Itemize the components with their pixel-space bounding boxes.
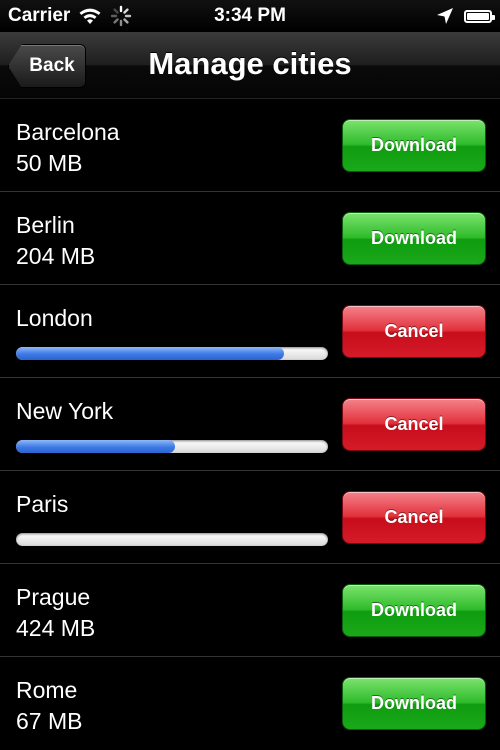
city-row-prague: Prague 424 MB Download [0, 564, 500, 657]
city-name: Barcelona [16, 119, 120, 145]
cancel-button[interactable]: Cancel [342, 491, 486, 544]
download-progress-bar [16, 440, 328, 453]
page-title: Manage cities [148, 46, 352, 81]
location-arrow-icon [436, 7, 454, 25]
status-right [436, 0, 495, 32]
city-name: Berlin [16, 212, 75, 238]
download-progress-fill [16, 440, 176, 453]
status-bar: Carrier 3:34 PM [0, 0, 500, 32]
city-size: 67 MB [16, 708, 83, 734]
download-button[interactable]: Download [342, 119, 486, 172]
city-row-rome: Rome 67 MB Download [0, 657, 500, 750]
activity-spinner-icon [110, 5, 132, 27]
city-size: 50 MB [16, 150, 83, 176]
city-row-berlin: Berlin 204 MB Download [0, 192, 500, 285]
battery-icon [464, 9, 495, 23]
city-size: 424 MB [16, 615, 96, 641]
status-left: Carrier [8, 0, 132, 32]
download-progress-bar [16, 347, 328, 360]
city-name: Prague [16, 584, 91, 610]
navigation-bar: Back Manage cities [0, 32, 500, 99]
cancel-button[interactable]: Cancel [342, 398, 486, 451]
city-name: Paris [16, 491, 69, 517]
city-row-london: London Cancel [0, 285, 500, 378]
city-size: 204 MB [16, 243, 96, 269]
city-row-new-york: New York Cancel [0, 378, 500, 471]
download-button[interactable]: Download [342, 677, 486, 730]
city-name: London [16, 305, 93, 331]
download-button[interactable]: Download [342, 212, 486, 265]
download-progress-bar [16, 533, 328, 546]
download-button[interactable]: Download [342, 584, 486, 637]
city-list: Barcelona 50 MB Download Berlin 204 MB D… [0, 99, 500, 750]
carrier-label: Carrier [8, 5, 71, 26]
download-progress-fill [16, 347, 285, 360]
city-name: Rome [16, 677, 78, 703]
wifi-icon [78, 7, 102, 25]
city-row-barcelona: Barcelona 50 MB Download [0, 99, 500, 192]
cancel-button[interactable]: Cancel [342, 305, 486, 358]
city-row-paris: Paris Cancel [0, 471, 500, 564]
city-name: New York [16, 398, 114, 424]
